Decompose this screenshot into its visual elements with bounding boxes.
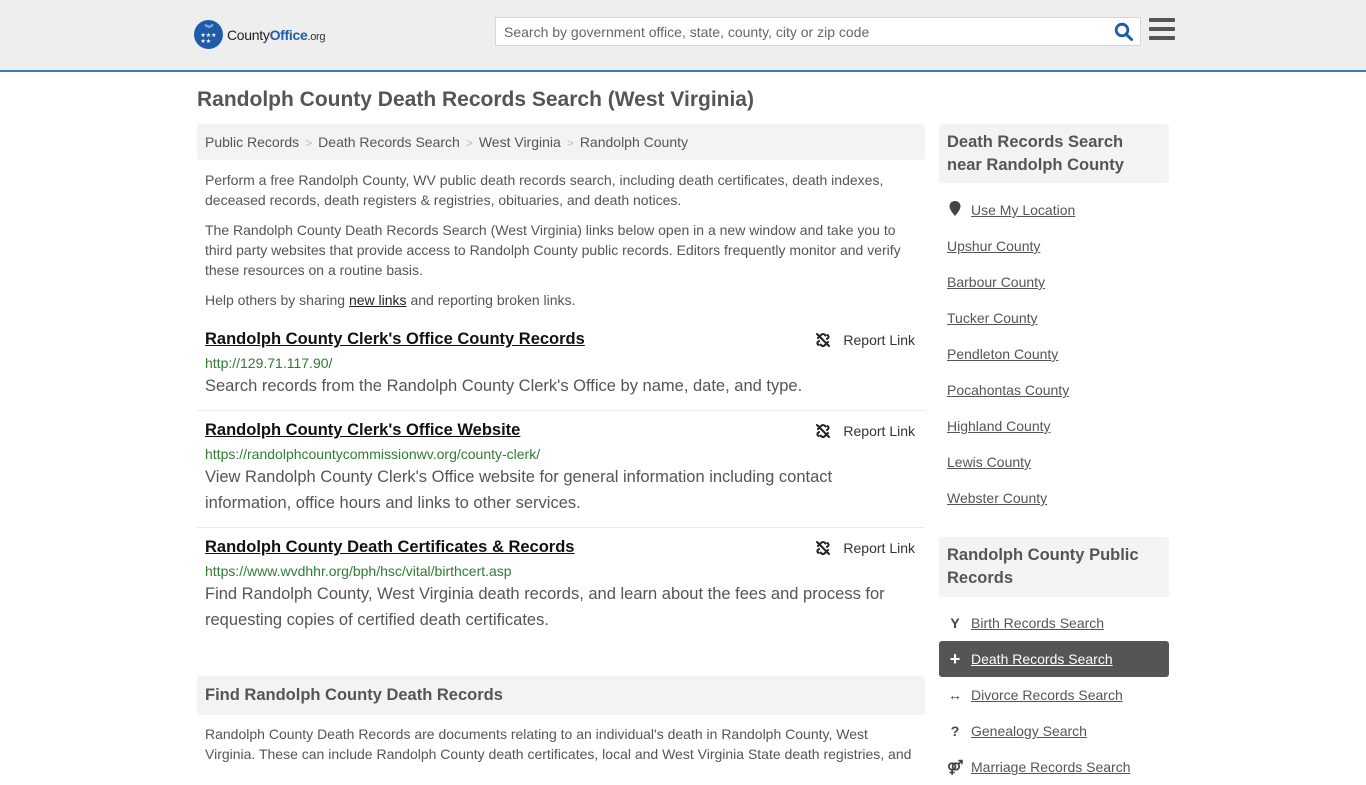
sidebar-item-label[interactable]: Birth Records Search [971, 615, 1104, 631]
report-link-button[interactable]: Report Link [815, 332, 915, 348]
county-link-pocahontas[interactable]: Pocahontas County [947, 382, 1069, 398]
record-link-item: Randolph County Clerk's Office County Re… [197, 330, 925, 411]
nearby-county-link[interactable]: Pendleton County [939, 336, 1169, 372]
sidebar-item-label[interactable]: Marriage Records Search [971, 759, 1131, 775]
arrows-horizontal-icon: ↔ [948, 687, 962, 703]
disclaimer-paragraph: The Randolph County Death Records Search… [205, 222, 901, 278]
public-records-heading: Randolph County Public Records [939, 537, 1169, 597]
site-logo[interactable]: ︾ ★★★ ★★ CountyOffice.org [194, 20, 326, 49]
marriage-icon: ⚤ [947, 758, 964, 775]
record-link-url[interactable]: https://www.wvdhhr.org/bph/hsc/vital/bir… [205, 563, 917, 579]
breadcrumb-separator: > [465, 136, 473, 150]
search-icon [1114, 22, 1133, 41]
county-link-barbour[interactable]: Barbour County [947, 274, 1045, 290]
sidebar-item-label[interactable]: Genealogy Search [971, 723, 1087, 739]
map-marker-icon [947, 201, 963, 219]
breadcrumb-separator: > [566, 136, 574, 150]
sidebar-item-divorce-records[interactable]: ↔ Divorce Records Search [939, 677, 1169, 713]
broken-link-icon [816, 424, 831, 438]
report-link-button[interactable]: Report Link [815, 540, 915, 556]
record-link-url[interactable]: http://129.71.117.90/ [205, 355, 917, 371]
breadcrumb-west-virginia[interactable]: West Virginia [479, 134, 561, 150]
sidebar-item-birth-records[interactable]: Y Birth Records Search [939, 605, 1169, 641]
breadcrumb-death-records-search[interactable]: Death Records Search [318, 134, 460, 150]
nearby-list: Use My Location Upshur County Barbour Co… [939, 192, 1169, 516]
county-link-highland[interactable]: Highland County [947, 418, 1051, 434]
record-link-description: View Randolph County Clerk's Office webs… [205, 468, 833, 512]
find-records-heading: Find Randolph County Death Records [197, 676, 925, 715]
record-link-description: Search records from the Randolph County … [205, 377, 803, 395]
sidebar-item-death-records[interactable]: + Death Records Search [939, 641, 1169, 677]
record-link-title[interactable]: Randolph County Clerk's Office County Re… [205, 330, 585, 349]
logo-text: CountyOffice.org [227, 26, 326, 43]
record-link-item: Randolph County Death Certificates & Rec… [197, 538, 925, 638]
new-links-link[interactable]: new links [349, 292, 407, 308]
help-paragraph: Help others by sharing new links and rep… [205, 292, 576, 308]
breadcrumb-randolph-county[interactable]: Randolph County [580, 134, 688, 150]
plus-icon: + [949, 648, 961, 669]
search-box [495, 17, 1141, 46]
hamburger-menu-icon [1149, 18, 1175, 22]
use-my-location-item[interactable]: Use My Location [939, 192, 1169, 228]
sidebar-item-marriage-records[interactable]: ⚤ Marriage Records Search [939, 749, 1169, 785]
search-input[interactable] [496, 18, 1106, 45]
record-link-title[interactable]: Randolph County Death Certificates & Rec… [205, 538, 574, 557]
use-my-location-link[interactable]: Use My Location [971, 202, 1075, 218]
sidebar-item-label[interactable]: Death Records Search [971, 651, 1113, 667]
record-link-title[interactable]: Randolph County Clerk's Office Website [205, 421, 520, 440]
breadcrumb: Public Records > Death Records Search > West… [197, 124, 925, 160]
nearby-heading: Death Records Search near Randolph Count… [939, 124, 1169, 183]
nearby-county-link[interactable]: Webster County [939, 480, 1169, 516]
find-records-body: Randolph County Death Records are docume… [205, 726, 912, 762]
county-link-lewis[interactable]: Lewis County [947, 454, 1031, 470]
logo-eagle-icon: ︾ ★★★ ★★ [194, 20, 223, 49]
nearby-county-link[interactable]: Tucker County [939, 300, 1169, 336]
county-link-webster[interactable]: Webster County [947, 490, 1047, 506]
page-title: Randolph County Death Records Search (We… [197, 88, 754, 111]
intro-paragraph: Perform a free Randolph County, WV publi… [205, 172, 884, 208]
nearby-county-link[interactable]: Pocahontas County [939, 372, 1169, 408]
report-link-button[interactable]: Report Link [815, 423, 915, 439]
question-icon: ? [950, 723, 960, 739]
site-header: ︾ ★★★ ★★ CountyOffice.org [0, 0, 1366, 72]
record-link-item: Randolph County Clerk's Office Website R… [197, 421, 925, 528]
sidebar-item-genealogy[interactable]: ? Genealogy Search [939, 713, 1169, 749]
public-records-list: Y Birth Records Search + Death Records S… [939, 605, 1169, 785]
county-link-pendleton[interactable]: Pendleton County [947, 346, 1058, 362]
broken-link-icon [816, 541, 831, 555]
county-link-upshur[interactable]: Upshur County [947, 238, 1040, 254]
search-button[interactable] [1114, 22, 1134, 42]
county-link-tucker[interactable]: Tucker County [947, 310, 1038, 326]
child-icon: Y [950, 615, 960, 631]
menu-button[interactable] [1149, 18, 1175, 42]
sidebar-item-label[interactable]: Divorce Records Search [971, 687, 1123, 703]
nearby-county-link[interactable]: Barbour County [939, 264, 1169, 300]
broken-link-icon [816, 333, 831, 347]
nearby-county-link[interactable]: Upshur County [939, 228, 1169, 264]
nearby-county-link[interactable]: Lewis County [939, 444, 1169, 480]
record-link-url[interactable]: https://randolphcountycommissionwv.org/c… [205, 446, 917, 462]
nearby-county-link[interactable]: Highland County [939, 408, 1169, 444]
breadcrumb-separator: > [305, 136, 313, 150]
breadcrumb-public-records[interactable]: Public Records [205, 134, 299, 150]
record-link-description: Find Randolph County, West Virginia deat… [205, 585, 885, 629]
